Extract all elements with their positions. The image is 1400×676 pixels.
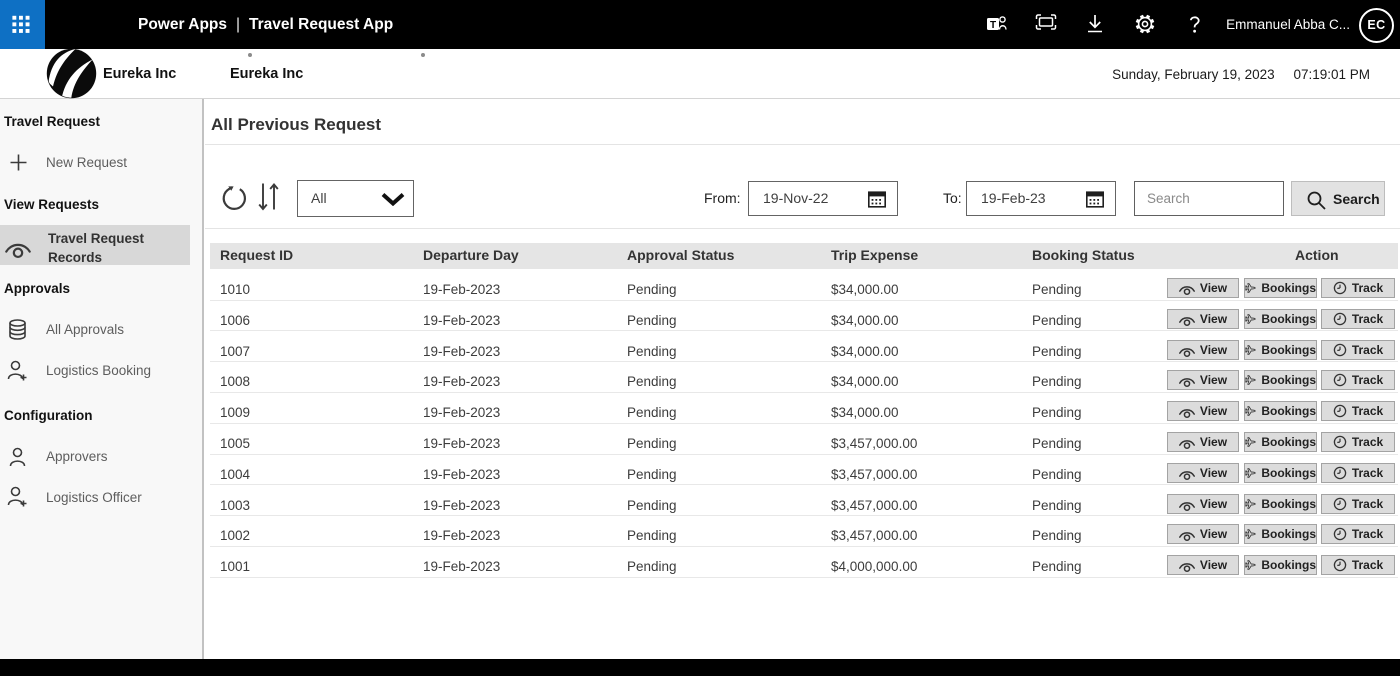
svg-text:T: T [990, 20, 996, 31]
